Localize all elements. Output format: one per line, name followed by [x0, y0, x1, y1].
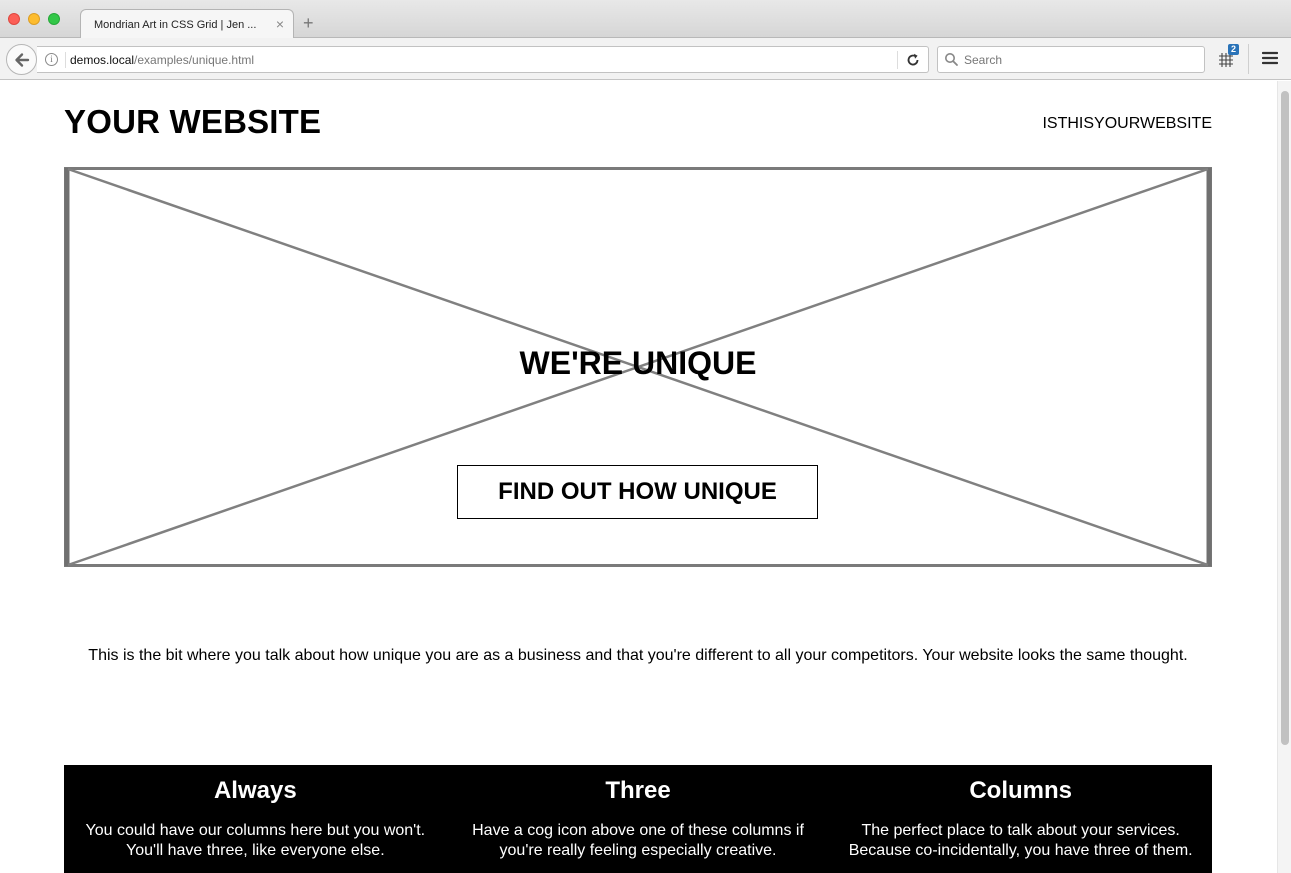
feature-text: You could have our columns here but you …: [85, 822, 426, 859]
url-text[interactable]: demos.local/examples/unique.html: [70, 53, 254, 67]
feature-title: Columns: [969, 777, 1073, 804]
hero-heading: WE'RE UNIQUE: [519, 345, 757, 381]
info-icon[interactable]: i: [45, 53, 58, 66]
search-icon: [945, 53, 958, 66]
reload-icon[interactable]: [905, 52, 921, 68]
site-nav-link[interactable]: ISTHISYOURWEBSITE: [1042, 115, 1212, 133]
search-bar[interactable]: Search: [937, 46, 1205, 73]
page-viewport: YOUR WEBSITE ISTHISYOURWEBSITE WE'RE UNI…: [0, 81, 1277, 873]
reload-separator: [897, 51, 898, 69]
url-path: /examples/unique.html: [134, 53, 255, 67]
site-title[interactable]: YOUR WEBSITE: [64, 103, 321, 141]
find-out-button[interactable]: FIND OUT HOW UNIQUE: [457, 465, 818, 519]
features-section: Always You could have our columns here b…: [64, 765, 1212, 873]
close-tab-icon[interactable]: ×: [276, 16, 284, 32]
hamburger-menu-icon[interactable]: [1262, 51, 1278, 65]
browser-nav-bar: i demos.local/examples/unique.html Searc…: [0, 38, 1291, 80]
minimize-window-button[interactable]: [28, 13, 40, 25]
feature-title: Three: [605, 777, 671, 804]
search-placeholder: Search: [964, 53, 1003, 67]
close-window-button[interactable]: [8, 13, 20, 25]
url-separator: [65, 52, 66, 68]
feature-column: Three Have a cog icon above one of these…: [447, 765, 830, 873]
maximize-window-button[interactable]: [48, 13, 60, 25]
feature-column: Always You could have our columns here b…: [64, 765, 447, 873]
grid-extension-button[interactable]: 2: [1218, 44, 1240, 70]
extension-badge: 2: [1228, 44, 1240, 55]
feature-text: Have a cog icon above one of these colum…: [472, 822, 804, 859]
feature-column: Columns The perfect place to talk about …: [829, 765, 1212, 873]
vertical-scrollbar[interactable]: [1277, 81, 1291, 873]
hero-banner: WE'RE UNIQUE FIND OUT HOW UNIQUE: [64, 167, 1212, 567]
feature-text: The perfect place to talk about your ser…: [848, 822, 1193, 859]
url-host: demos.local: [70, 53, 135, 67]
back-arrow-icon: [15, 53, 30, 67]
back-button[interactable]: [6, 44, 37, 75]
scrollbar-thumb[interactable]: [1281, 91, 1289, 745]
tab-title: Mondrian Art in CSS Grid | Jen ...: [94, 19, 257, 31]
intro-text: This is the bit where you talk about how…: [88, 647, 1188, 664]
toolbar-separator: [1248, 44, 1249, 74]
feature-title: Always: [213, 777, 297, 804]
browser-tab-bar: Mondrian Art in CSS Grid | Jen ... × +: [0, 0, 1291, 39]
new-tab-icon[interactable]: +: [303, 14, 314, 32]
url-bar[interactable]: i demos.local/examples/unique.html: [37, 46, 929, 73]
browser-tab[interactable]: Mondrian Art in CSS Grid | Jen ... ×: [80, 9, 294, 39]
